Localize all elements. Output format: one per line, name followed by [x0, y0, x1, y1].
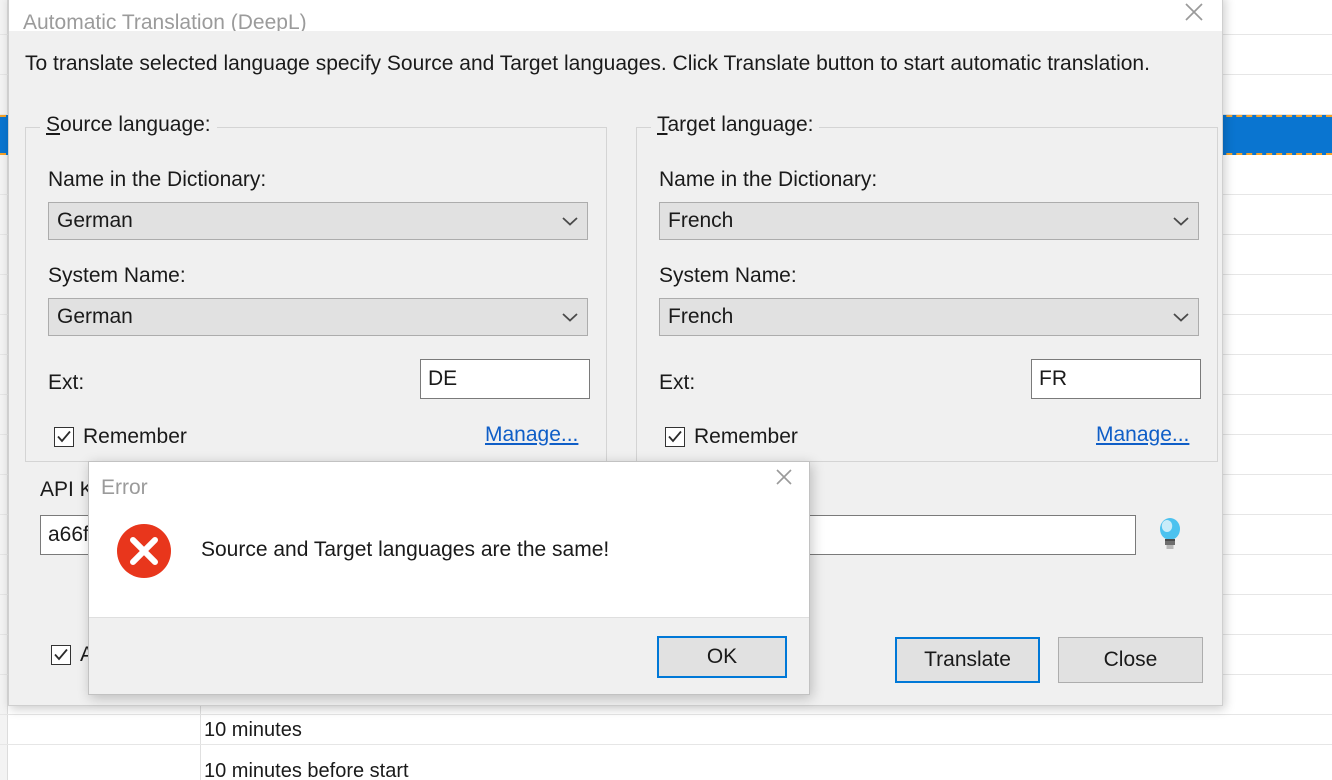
chevron-down-icon [1164, 311, 1198, 323]
check-icon [668, 430, 682, 443]
target-legend-accel: T [657, 113, 668, 136]
close-icon [772, 465, 796, 494]
target-ext-value: FR [1039, 367, 1067, 390]
error-ok-button[interactable]: OK [657, 636, 787, 678]
source-dictionary-value: German [57, 209, 133, 232]
translate-button[interactable]: Translate [895, 637, 1040, 683]
source-manage-link[interactable]: Manage... [485, 423, 578, 447]
target-system-combo[interactable]: French [659, 298, 1199, 336]
target-system-label: System Name: [659, 264, 797, 287]
checkbox-box [54, 427, 74, 447]
dialog-titlebar: Automatic Translation (DeepL) [9, 0, 1222, 34]
target-system-value: French [668, 305, 734, 328]
chevron-down-icon [553, 215, 587, 227]
source-system-value: German [57, 305, 133, 328]
checkbox-box [665, 427, 685, 447]
lightbulb-icon[interactable] [1157, 517, 1183, 551]
target-legend-rest: arget language: [667, 113, 814, 136]
source-legend-accel: S [46, 113, 61, 136]
source-ext-input[interactable]: DE [420, 359, 590, 399]
chevron-down-icon [553, 311, 587, 323]
target-ext-input[interactable]: FR [1031, 359, 1201, 399]
error-circle-x-icon [115, 522, 173, 580]
check-icon [57, 430, 71, 443]
source-remember-checkbox[interactable]: Remember [54, 425, 187, 449]
chevron-down-icon [1164, 215, 1198, 227]
error-ok-label: OK [706, 645, 738, 668]
check-icon [54, 648, 68, 661]
source-system-label: System Name: [48, 264, 186, 287]
target-dictionary-label: Name in the Dictionary: [659, 168, 878, 191]
target-remember-label: Remember [694, 425, 798, 448]
error-dialog-body: Source and Target languages are the same… [89, 498, 809, 620]
error-dialog-footer: OK [89, 617, 809, 694]
close-button[interactable] [1166, 0, 1222, 29]
screen: 10 minutes 10 minutes before start Autom… [0, 0, 1332, 780]
table-cell: 10 minutes before start [204, 760, 409, 780]
error-dialog: Error Source and Target languages are th… [88, 461, 810, 695]
close-icon [1181, 0, 1207, 25]
source-ext-value: DE [428, 367, 458, 390]
target-ext-label: Ext: [659, 371, 696, 394]
source-dictionary-combo[interactable]: German [48, 202, 588, 240]
table-row[interactable] [0, 705, 1332, 745]
api-key-value: a66f [48, 523, 89, 546]
source-ext-label: Ext: [48, 371, 85, 394]
target-manage-link[interactable]: Manage... [1096, 423, 1189, 447]
target-language-group: Target language: Name in the Dictionary:… [636, 113, 1218, 462]
source-language-legend: Source language: [40, 113, 217, 137]
api-key-label: API K [40, 478, 94, 501]
close-button-bottom[interactable]: Close [1058, 637, 1203, 683]
close-button-label: Close [1103, 648, 1158, 671]
checkbox-box [51, 645, 71, 665]
table-cell: 10 minutes [204, 719, 302, 741]
source-legend-rest: ource language: [60, 113, 211, 136]
dialog-instructions: To translate selected language specify S… [25, 52, 1150, 75]
source-dictionary-label: Name in the Dictionary: [48, 168, 267, 191]
table-row[interactable] [0, 745, 1332, 780]
source-remember-label: Remember [83, 425, 187, 448]
source-system-combo[interactable]: German [48, 298, 588, 336]
target-dictionary-combo[interactable]: French [659, 202, 1199, 240]
target-dictionary-value: French [668, 209, 734, 232]
source-language-group: Source language: Name in the Dictionary:… [25, 113, 607, 462]
target-language-legend: Target language: [651, 113, 820, 137]
error-close-button[interactable] [759, 462, 809, 496]
translate-button-label: Translate [924, 648, 1011, 671]
error-message: Source and Target languages are the same… [201, 538, 610, 561]
error-dialog-title: Error [101, 476, 148, 499]
target-remember-checkbox[interactable]: Remember [665, 425, 798, 449]
